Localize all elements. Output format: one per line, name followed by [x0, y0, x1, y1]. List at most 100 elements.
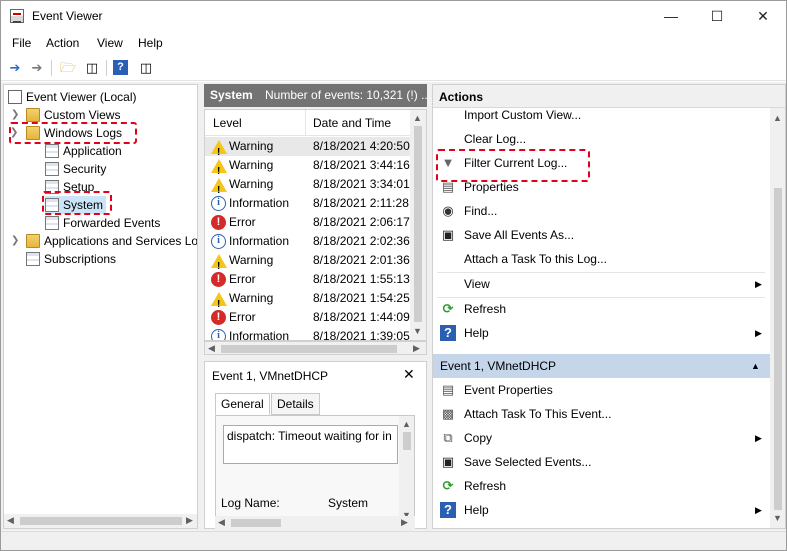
event-row[interactable]: ! Error 8/18/2021 2:06:17: [205, 213, 411, 232]
event-date-time: 8/18/2021 1:39:05: [313, 329, 410, 341]
attach-task-icon: ▩: [441, 406, 455, 421]
action-view[interactable]: View ▶: [433, 272, 770, 296]
action-find[interactable]: ◉ Find...: [433, 199, 770, 223]
event-section-header[interactable]: Event 1, VMnetDHCP ▲: [433, 354, 770, 378]
tree-item-security[interactable]: Security: [45, 160, 106, 178]
scrollbar-thumb[interactable]: [231, 519, 281, 527]
warning-icon: !: [211, 177, 227, 196]
actions-pane: Actions Import Custom View... Clear Log..…: [432, 84, 786, 529]
event-row[interactable]: ! Warning 8/18/2021 1:54:25: [205, 289, 411, 310]
event-date-time: 8/18/2021 3:44:16: [313, 158, 410, 172]
action-refresh[interactable]: ⟳ Refresh: [433, 474, 770, 498]
save-icon: ▣: [441, 227, 455, 242]
detail-vertical-scrollbar[interactable]: ▲ ▼: [399, 416, 414, 525]
help-icon[interactable]: ?: [113, 60, 128, 75]
action-attach-task-to-this-event[interactable]: ▩ Attach Task To This Event...: [433, 402, 770, 426]
column-date-and-time[interactable]: Date and Time: [313, 116, 391, 130]
help-icon: ?: [440, 502, 456, 518]
event-row[interactable]: ! Error 8/18/2021 1:44:09: [205, 308, 411, 327]
scrollbar-thumb[interactable]: [774, 188, 782, 510]
action-event-properties[interactable]: ▤ Event Properties: [433, 378, 770, 402]
event-row[interactable]: ! Error 8/18/2021 1:55:13: [205, 270, 411, 289]
event-count: Number of events: 10,321 (!) ...: [265, 88, 432, 102]
tab-general[interactable]: General: [215, 393, 270, 415]
event-row[interactable]: ! Warning 8/18/2021 3:44:16: [205, 156, 411, 177]
event-row[interactable]: i Information 8/18/2021 2:02:36: [205, 232, 411, 251]
forward-icon[interactable]: ➔: [27, 58, 47, 78]
event-level: Information: [229, 234, 290, 248]
event-row[interactable]: ! Warning 8/18/2021 3:34:01: [205, 175, 411, 196]
event-date-time: 8/18/2021 2:11:28: [313, 196, 409, 210]
event-viewer-icon: [10, 9, 24, 23]
log-name-label: Log Name:: [221, 496, 280, 510]
menu-view[interactable]: View: [97, 36, 123, 50]
highlight-filter-current-log: [436, 149, 590, 182]
chevron-right-icon[interactable]: ❯: [11, 235, 19, 246]
event-description[interactable]: dispatch: Timeout waiting for in: [223, 425, 398, 464]
action-attach-a-task-to-this-log[interactable]: Attach a Task To this Log...: [433, 247, 770, 271]
menu-action[interactable]: Action: [46, 36, 79, 50]
event-row[interactable]: i Information 8/18/2021 2:11:28: [205, 194, 411, 213]
main-content: Event Viewer (Local) ❯ Custom Views ❯ Wi…: [1, 82, 786, 550]
back-icon[interactable]: ➔: [5, 58, 25, 78]
actions-vertical-scrollbar[interactable]: ▲ ▼: [770, 108, 785, 528]
error-icon: !: [211, 310, 226, 325]
close-icon[interactable]: ✕: [403, 366, 415, 383]
collapse-icon[interactable]: ▲: [751, 354, 760, 378]
scrollbar-thumb[interactable]: [414, 126, 422, 322]
event-level: Warning: [229, 139, 274, 153]
event-row[interactable]: ! Warning 8/18/2021 2:01:36: [205, 251, 411, 272]
status-bar: [1, 531, 786, 550]
maximize-button[interactable]: ☐: [694, 1, 740, 31]
event-level: Warning: [229, 253, 274, 267]
close-button[interactable]: ✕: [740, 1, 786, 31]
log-icon: [45, 162, 59, 176]
error-icon: !: [211, 215, 226, 230]
action-save-selected-events[interactable]: ▣ Save Selected Events...: [433, 450, 770, 474]
log-header: System Number of events: 10,321 (!) ...: [204, 84, 431, 107]
tree-item-application[interactable]: Application: [45, 142, 122, 160]
up-folder-icon[interactable]: 🗁: [58, 58, 78, 78]
event-detail-pane: Event 1, VMnetDHCP ✕ General Details dis…: [204, 361, 427, 530]
chevron-right-icon[interactable]: ❯: [11, 109, 19, 120]
event-level: Information: [229, 196, 290, 210]
subscriptions-icon: [26, 252, 40, 266]
tree-horizontal-scrollbar[interactable]: ◀ ▶: [4, 514, 197, 528]
tab-details[interactable]: Details: [271, 393, 320, 415]
action-save-all-events-as[interactable]: ▣ Save All Events As...: [433, 223, 770, 247]
log-name-value: System: [328, 496, 369, 510]
minimize-button[interactable]: —: [648, 1, 694, 31]
log-icon: [45, 216, 59, 230]
tree-item-forwarded-events[interactable]: Forwarded Events: [45, 214, 160, 232]
menu-help[interactable]: Help: [138, 36, 163, 50]
tree-item-event-viewer-local[interactable]: Event Viewer (Local): [8, 88, 137, 106]
event-list-vertical-scrollbar[interactable]: ▲ ▼: [410, 110, 426, 340]
action-clear-log[interactable]: Clear Log...: [433, 127, 770, 151]
action-refresh[interactable]: ⟳ Refresh: [433, 297, 770, 321]
show-hide-tree-icon[interactable]: ◫: [82, 58, 102, 78]
scrollbar-thumb[interactable]: [20, 517, 182, 525]
show-hide-action-pane-icon[interactable]: ◫: [136, 58, 156, 78]
event-row[interactable]: i Information 8/18/2021 1:39:05: [205, 327, 411, 341]
help-icon: ?: [440, 325, 456, 341]
event-row[interactable]: ! Warning 8/18/2021 4:20:50: [205, 137, 411, 158]
submenu-arrow-icon: ▶: [755, 328, 762, 338]
scrollbar-thumb[interactable]: [403, 432, 411, 450]
tree-item-subscriptions[interactable]: Subscriptions: [26, 250, 116, 268]
copy-icon: ⧉: [443, 430, 453, 445]
action-import-custom-view[interactable]: Import Custom View...: [433, 103, 770, 127]
action-help[interactable]: ? Help ▶: [433, 498, 770, 522]
highlight-windows-logs: [9, 122, 137, 144]
tree-item-applications-and-services[interactable]: Applications and Services Lo: [26, 232, 197, 250]
action-help[interactable]: ? Help ▶: [433, 321, 770, 345]
menu-bar: File Action View Help: [1, 32, 786, 54]
detail-horizontal-scrollbar[interactable]: ◀ ▶: [215, 516, 415, 530]
action-copy[interactable]: ⧉ Copy ▶: [433, 426, 770, 450]
event-viewer-icon: [8, 90, 22, 104]
menu-file[interactable]: File: [12, 36, 31, 50]
event-list-horizontal-scrollbar[interactable]: ◀ ▶: [204, 341, 427, 355]
info-icon: i: [211, 329, 226, 340]
column-level[interactable]: Level: [213, 116, 242, 130]
scrollbar-thumb[interactable]: [221, 345, 397, 353]
folder-icon: [26, 108, 40, 122]
